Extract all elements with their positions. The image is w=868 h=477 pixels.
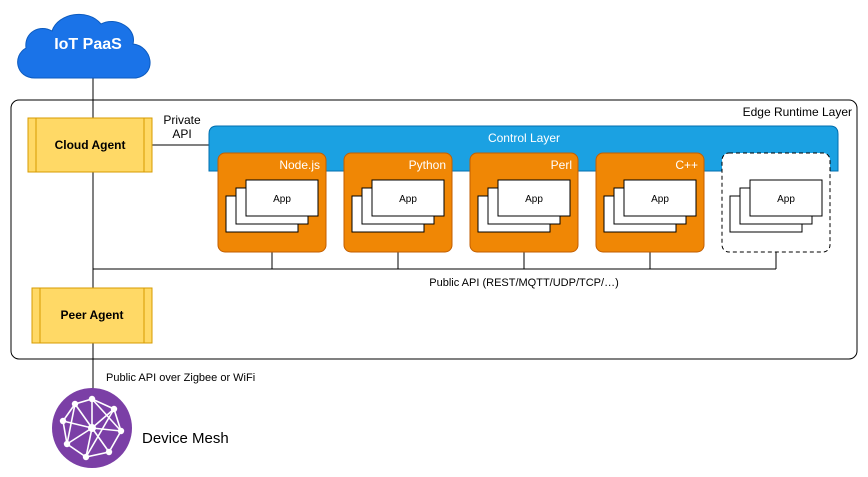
peer-agent-label: Peer Agent <box>61 308 124 322</box>
control-layer-label: Control Layer <box>488 131 560 145</box>
app-label: App <box>525 194 543 205</box>
public-api-label: Public API (REST/MQTT/UDP/TCP/…) <box>429 277 618 289</box>
runtime-nodejs: Node.js App <box>217 152 327 253</box>
app-label: App <box>651 194 669 205</box>
peer-agent: Peer Agent <box>31 287 153 344</box>
cloud-agent-label: Cloud Agent <box>55 138 126 152</box>
runtime-label: Perl <box>551 158 572 172</box>
runtime-label: Python <box>409 158 446 172</box>
private-api-label-line2: API <box>172 127 191 141</box>
app-label: App <box>273 194 291 205</box>
mesh-api-label: Public API over Zigbee or WiFi <box>106 372 255 384</box>
runtime-perl: Perl App <box>469 152 579 253</box>
runtime-label: Node.js <box>279 158 320 172</box>
runtime-cpp: C++ App <box>595 152 705 253</box>
app-label: App <box>399 194 417 205</box>
private-api-label-line1: Private <box>163 113 201 127</box>
edge-runtime-layer-label: Edge Runtime Layer <box>743 105 852 119</box>
runtime-placeholder: App <box>721 152 831 253</box>
runtime-label: C++ <box>675 158 698 172</box>
mesh-network-icon <box>52 388 132 468</box>
app-label: App <box>777 194 795 205</box>
cloud-label: IoT PaaS <box>54 36 122 53</box>
runtime-python: Python App <box>343 152 453 253</box>
cloud-agent: Cloud Agent <box>27 117 153 173</box>
iot-paas-cloud: IoT PaaS <box>17 13 151 79</box>
device-mesh-label: Device Mesh <box>142 430 229 447</box>
architecture-diagram: IoT PaaS Edge Runtime Layer Cloud Agent … <box>10 13 858 468</box>
